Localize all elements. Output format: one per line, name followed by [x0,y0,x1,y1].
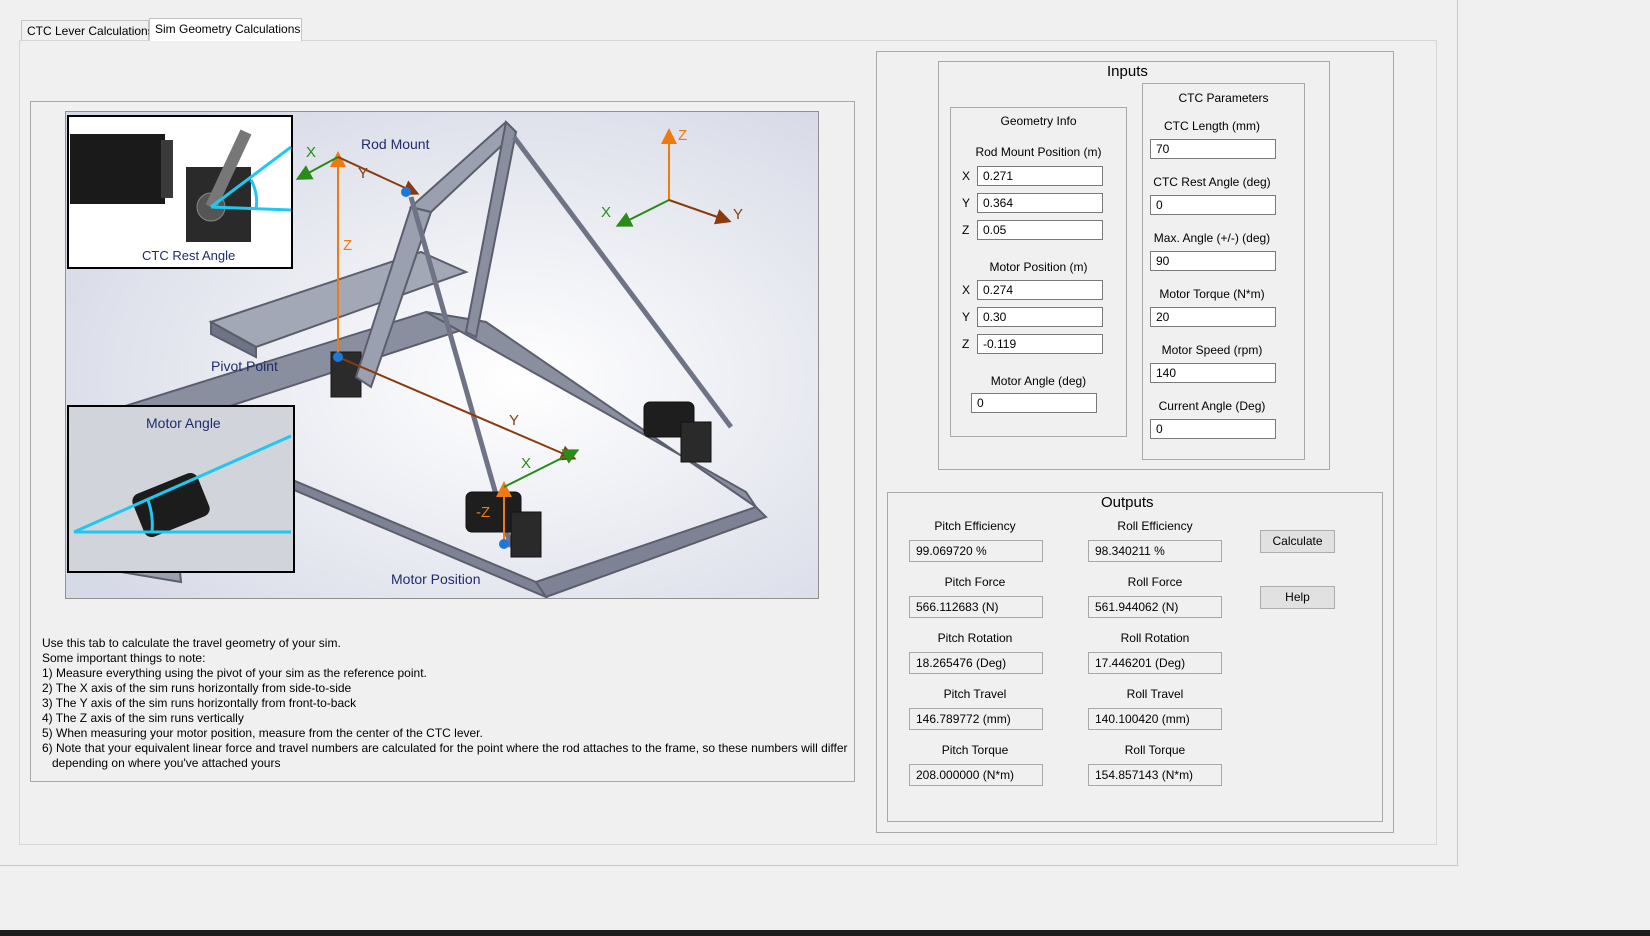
legend-axis-y: Y [733,206,743,223]
ctc-length-label: CTC Length (mm) [1163,119,1261,133]
legend-axis-x: X [601,204,611,221]
pitch-torque-value: 208.000000 (N*m) [909,764,1043,786]
instructions-text: Use this tab to calculate the travel geo… [42,636,862,771]
pitch-rotation-value: 18.265476 (Deg) [909,652,1043,674]
pitch-efficiency-label: Pitch Efficiency [934,519,1016,533]
diagram-svg: X Y Z Y X -Z Z X Y Rod Mount Pivot Point… [66,112,818,598]
pitch-efficiency-value: 99.069720 % [909,540,1043,562]
motor-torque-label: Motor Torque (N*m) [1159,287,1265,301]
axis-label-y: Y [509,412,519,429]
motor-speed-input[interactable]: 140 [1150,363,1276,383]
max-angle-input[interactable]: 90 [1150,251,1276,271]
rod-mount-position-label: Rod Mount Position (m) [975,145,1102,159]
motor-position-marker [499,539,509,549]
rod-mount-marker [401,187,411,197]
ctc-rest-angle-input[interactable]: 0 [1150,195,1276,215]
ctc-rest-angle-inset: CTC Rest Angle [67,115,293,269]
motor-y-input[interactable]: 0.30 [977,307,1103,327]
axis-label-neg-z: -Z [476,504,490,521]
pitch-force-label: Pitch Force [944,575,1006,589]
roll-rotation-value: 17.446201 (Deg) [1088,652,1222,674]
note-line: 3) The Y axis of the sim runs horizontal… [42,696,357,710]
roll-force-value: 561.944062 (N) [1088,596,1222,618]
note-line: 4) The Z axis of the sim runs vertically [42,711,244,725]
ctc-length-input[interactable]: 70 [1150,139,1276,159]
ctc-rest-angle-label: CTC Rest Angle (deg) [1153,175,1271,189]
roll-rotation-label: Roll Rotation [1120,631,1190,645]
axis-label-x: X [521,455,531,472]
rod-mount-z-input[interactable]: 0.05 [977,220,1103,240]
pitch-travel-label: Pitch Travel [943,687,1007,701]
calculate-button[interactable]: Calculate [1260,530,1335,553]
max-angle-label: Max. Angle (+/-) (deg) [1153,231,1271,245]
motor-y-label: Y [962,310,971,324]
roll-efficiency-label: Roll Efficiency [1117,519,1193,533]
motor-torque-input[interactable]: 20 [1150,307,1276,327]
ctc-parameters-title: CTC Parameters [1178,91,1269,105]
note-line: 6) Note that your equivalent linear forc… [42,741,848,755]
roll-travel-label: Roll Travel [1126,687,1184,701]
rod-mount-x-label: X [962,169,971,183]
pitch-force-value: 566.112683 (N) [909,596,1043,618]
motor-position-label: Motor Position (m) [989,260,1088,274]
motor-angle-input[interactable]: 0 [971,393,1097,413]
help-button[interactable]: Help [1260,586,1335,609]
geometry-info-title: Geometry Info [1000,114,1077,128]
pitch-rotation-label: Pitch Rotation [937,631,1013,645]
ctc-rest-angle-caption: CTC Rest Angle [142,248,235,263]
note-line: 1) Measure everything using the pivot of… [42,666,427,680]
pitch-travel-value: 146.789772 (mm) [909,708,1043,730]
pivot-point-label: Pivot Point [211,358,278,374]
axis-label-x: X [306,144,316,161]
axis-label-z: Z [343,237,352,254]
motor-z-input[interactable]: -0.119 [977,334,1103,354]
roll-torque-value: 154.857143 (N*m) [1088,764,1222,786]
motor-angle-label: Motor Angle (deg) [990,374,1087,388]
roll-force-label: Roll Force [1127,575,1183,589]
pivot-point-marker [333,352,343,362]
rod-mount-label: Rod Mount [361,136,430,152]
taskbar-strip [0,930,1650,936]
note-line: 2) The X axis of the sim runs horizontal… [42,681,352,695]
motor-x-input[interactable]: 0.274 [977,280,1103,300]
note-line: Some important things to note: [42,651,206,665]
current-angle-input[interactable]: 0 [1150,419,1276,439]
note-line: Use this tab to calculate the travel geo… [42,636,341,650]
rod-mount-y-label: Y [962,196,971,210]
motor-angle-caption: Motor Angle [146,415,221,431]
sim-geometry-diagram: X Y Z Y X -Z Z X Y Rod Mount Pivot Point… [65,111,819,599]
legend-axis-z: Z [678,127,687,144]
inputs-title: Inputs [1103,63,1152,80]
rod-mount-y-input[interactable]: 0.364 [977,193,1103,213]
tab-ctc-lever-calculations[interactable]: CTC Lever Calculations [21,20,154,40]
rod-mount-z-label: Z [962,223,970,237]
current-angle-label: Current Angle (Deg) [1158,399,1266,413]
roll-efficiency-value: 98.340211 % [1088,540,1222,562]
roll-torque-label: Roll Torque [1124,743,1186,757]
tab-sim-geometry-calculations[interactable]: Sim Geometry Calculations [149,18,302,41]
motor-speed-label: Motor Speed (rpm) [1161,343,1263,357]
motor-z-label: Z [962,337,970,351]
note-line: 5) When measuring your motor position, m… [42,726,483,740]
rod-mount-x-input[interactable]: 0.271 [977,166,1103,186]
note-line: depending on where you've attached yours [42,756,281,770]
motor-angle-inset: Motor Angle [67,405,295,573]
motor-position-label: Motor Position [391,571,480,587]
axis-label-y: Y [358,165,368,182]
motor-x-label: X [962,283,971,297]
roll-travel-value: 140.100420 (mm) [1088,708,1222,730]
pitch-torque-label: Pitch Torque [941,743,1009,757]
outputs-title: Outputs [1097,494,1158,511]
